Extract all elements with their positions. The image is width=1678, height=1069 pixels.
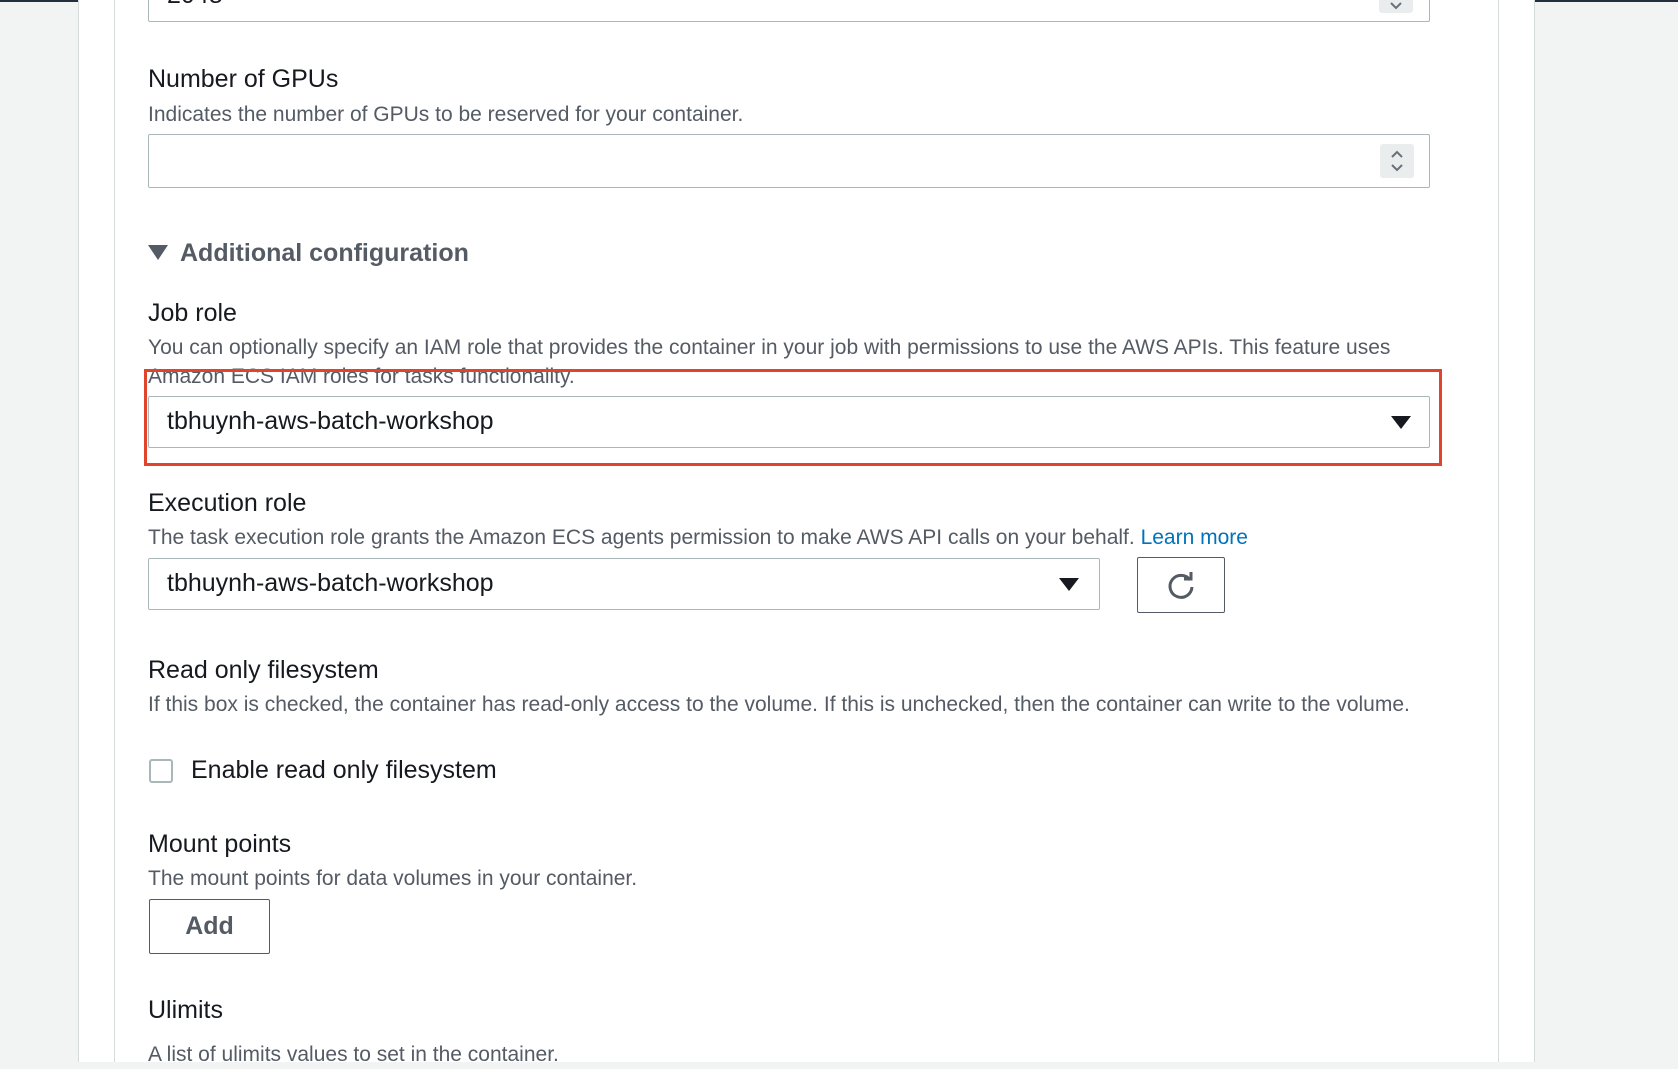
refresh-button[interactable] xyxy=(1137,557,1225,613)
read-only-fs-description: If this box is checked, the container ha… xyxy=(148,693,1410,716)
read-only-fs-checkbox-label[interactable]: Enable read only filesystem xyxy=(191,756,497,785)
execution-role-select[interactable]: tbhuynh-aws-batch-workshop xyxy=(148,558,1100,610)
execution-role-description-row: The task execution role grants the Amazo… xyxy=(148,523,1248,552)
add-mount-point-button[interactable]: Add xyxy=(149,899,270,954)
mount-points-description: The mount points for data volumes in you… xyxy=(148,867,638,890)
caret-down-icon xyxy=(148,245,168,260)
spinner-icon xyxy=(1390,2,1402,10)
execution-role-value: tbhuynh-aws-batch-workshop xyxy=(167,569,494,597)
up-down-icon xyxy=(1391,150,1403,172)
refresh-icon xyxy=(1168,572,1194,599)
execution-role-label: Execution role xyxy=(148,489,307,517)
dropdown-caret-icon xyxy=(1059,578,1079,591)
additional-config-heading: Additional configuration xyxy=(180,238,469,267)
additional-config-toggle[interactable]: Additional configuration xyxy=(148,236,469,270)
job-role-label: Job role xyxy=(148,299,237,327)
learn-more-link[interactable]: Learn more xyxy=(1141,526,1248,549)
mount-points-label: Mount points xyxy=(148,830,292,858)
read-only-fs-label: Read only filesystem xyxy=(148,656,379,684)
add-button-label: Add xyxy=(185,912,234,940)
read-only-fs-checkbox[interactable] xyxy=(149,759,173,783)
memory-spinner[interactable] xyxy=(1379,0,1413,13)
gpus-label: Number of GPUs xyxy=(148,65,339,93)
gpus-description: Indicates the number of GPUs to be reser… xyxy=(148,103,744,126)
memory-value: 2048 xyxy=(167,0,223,10)
gpus-input[interactable] xyxy=(148,134,1430,188)
gpus-spinner[interactable] xyxy=(1380,144,1414,178)
execution-role-description: The task execution role grants the Amazo… xyxy=(148,526,1141,549)
ulimits-label: Ulimits xyxy=(148,996,223,1024)
ulimits-description: A list of ulimits values to set in the c… xyxy=(148,1043,559,1066)
memory-input[interactable]: 2048 xyxy=(148,0,1430,22)
job-role-highlight xyxy=(144,369,1442,466)
